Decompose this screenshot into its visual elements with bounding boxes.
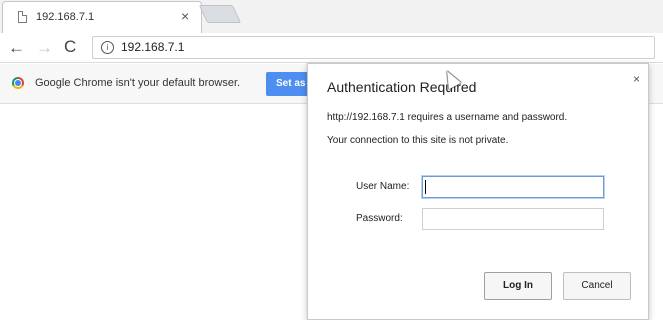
chrome-logo-icon: [12, 77, 24, 89]
tab-title: 192.168.7.1: [36, 11, 95, 23]
infobar-message: Google Chrome isn't your default browser…: [35, 77, 241, 89]
info-icon[interactable]: i: [101, 41, 114, 54]
username-label: User Name:: [356, 181, 410, 192]
password-label: Password:: [356, 213, 403, 224]
url-text[interactable]: 192.168.7.1: [121, 40, 184, 54]
close-icon[interactable]: ×: [181, 8, 189, 24]
login-button[interactable]: Log In: [484, 272, 552, 300]
connection-note: Your connection to this site is not priv…: [327, 135, 509, 146]
username-input[interactable]: [422, 176, 604, 198]
address-bar[interactable]: i 192.168.7.1: [92, 36, 655, 59]
auth-dialog: Authentication Required × http://192.168…: [307, 63, 649, 320]
tab-strip: 192.168.7.1 ×: [0, 0, 663, 33]
close-icon[interactable]: ×: [633, 72, 640, 86]
password-input[interactable]: [422, 208, 604, 230]
browser-toolbar: ← → C i 192.168.7.1: [0, 33, 663, 63]
cancel-button[interactable]: Cancel: [563, 272, 631, 300]
tab-active[interactable]: 192.168.7.1 ×: [2, 1, 202, 33]
new-tab-button[interactable]: [198, 5, 242, 23]
text-caret: [425, 180, 426, 194]
forward-arrow-icon[interactable]: →: [36, 38, 53, 58]
reload-icon[interactable]: C: [64, 37, 76, 57]
page-icon: [18, 11, 27, 23]
back-arrow-icon[interactable]: ←: [8, 38, 25, 58]
dialog-message: http://192.168.7.1 requires a username a…: [327, 112, 568, 123]
